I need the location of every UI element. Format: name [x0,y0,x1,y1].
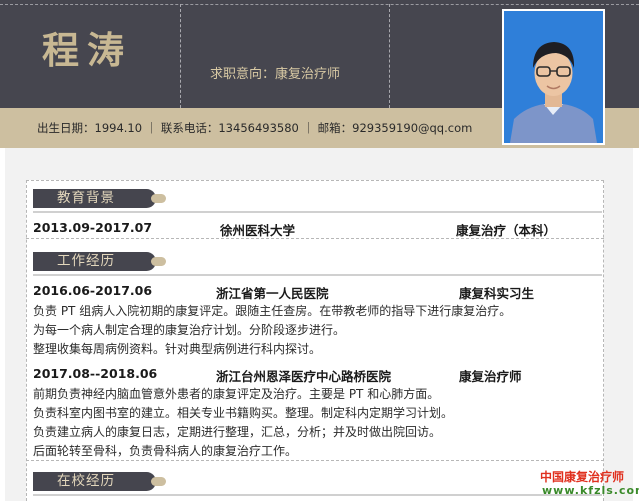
education-period: 2013.09-2017.07 [33,220,153,235]
job-organization: 浙江省第一人民医院 [216,286,329,301]
watermark-title: 中国康复治疗师 [540,470,625,484]
job-duty-line: 后面轮转至骨科，负责骨科病人的康复治疗工作。 [33,444,298,458]
job-role: 康复治疗师 [459,369,522,384]
header-divider [0,4,639,5]
job-duty-line: 负责建立病人的康复日志，定期进行整理，汇总，分析；并及时做出院回访。 [33,425,442,439]
education-major: 康复治疗（本科） [456,223,557,238]
section-rule [33,274,602,276]
contact-info: 出生日期：1994.10 ｜ 联系电话：13456493580 ｜ 邮箱：929… [37,121,473,135]
job-organization: 浙江台州恩泽医疗中心路桥医院 [216,369,392,384]
job-header-row: 2017.08--2018.06 浙江台州恩泽医疗中心路桥医院 康复治疗师 [33,366,593,384]
education-school: 徐州医科大学 [220,223,296,238]
section-title: 在校经历 [57,473,115,489]
education-row: 2013.09-2017.07 徐州医科大学 康复治疗（本科） [33,220,593,238]
header-divider [389,4,390,108]
job-duty-line: 为每一个病人制定合理的康复治疗计划。分阶段逐步进行。 [33,323,346,337]
job-duty-line: 负责 PT 组病人入院初期的康复评定。跟随主任查房。在带教老师的指导下进行康复治… [33,304,512,318]
job-duty-line: 整理收集每周病例资料。针对典型病例进行科内探讨。 [33,342,322,356]
watermark-url: www.kfzls.com [542,484,639,497]
section-rule [33,211,602,213]
job-intent: 求职意向：康复治疗师 [210,67,341,82]
header-divider [180,4,181,108]
section-title: 工作经历 [57,253,115,269]
job-period: 2017.08--2018.06 [33,366,158,381]
section-divider [26,238,604,239]
job-duty-line: 前期负责神经内脑血管意外患者的康复评定及治疗。主要是 PT 和心肺方面。 [33,387,440,401]
job-duty-line: 负责科室内图书室的建立。相关专业书籍购买。整理。制定科内定期学习计划。 [33,406,454,420]
candidate-name: 程涛 [42,28,132,72]
job-role: 康复科实习生 [459,286,535,301]
section-rule [33,494,602,496]
section-title: 教育背景 [57,190,115,206]
profile-photo [502,9,605,145]
section-tab-accent [151,477,166,486]
portrait-image [504,11,603,143]
job-header-row: 2016.06-2017.06 浙江省第一人民医院 康复科实习生 [33,283,593,301]
section-tab-accent [151,257,166,266]
section-tab-accent [151,194,166,203]
job-period: 2016.06-2017.06 [33,283,153,298]
section-divider [26,460,604,461]
